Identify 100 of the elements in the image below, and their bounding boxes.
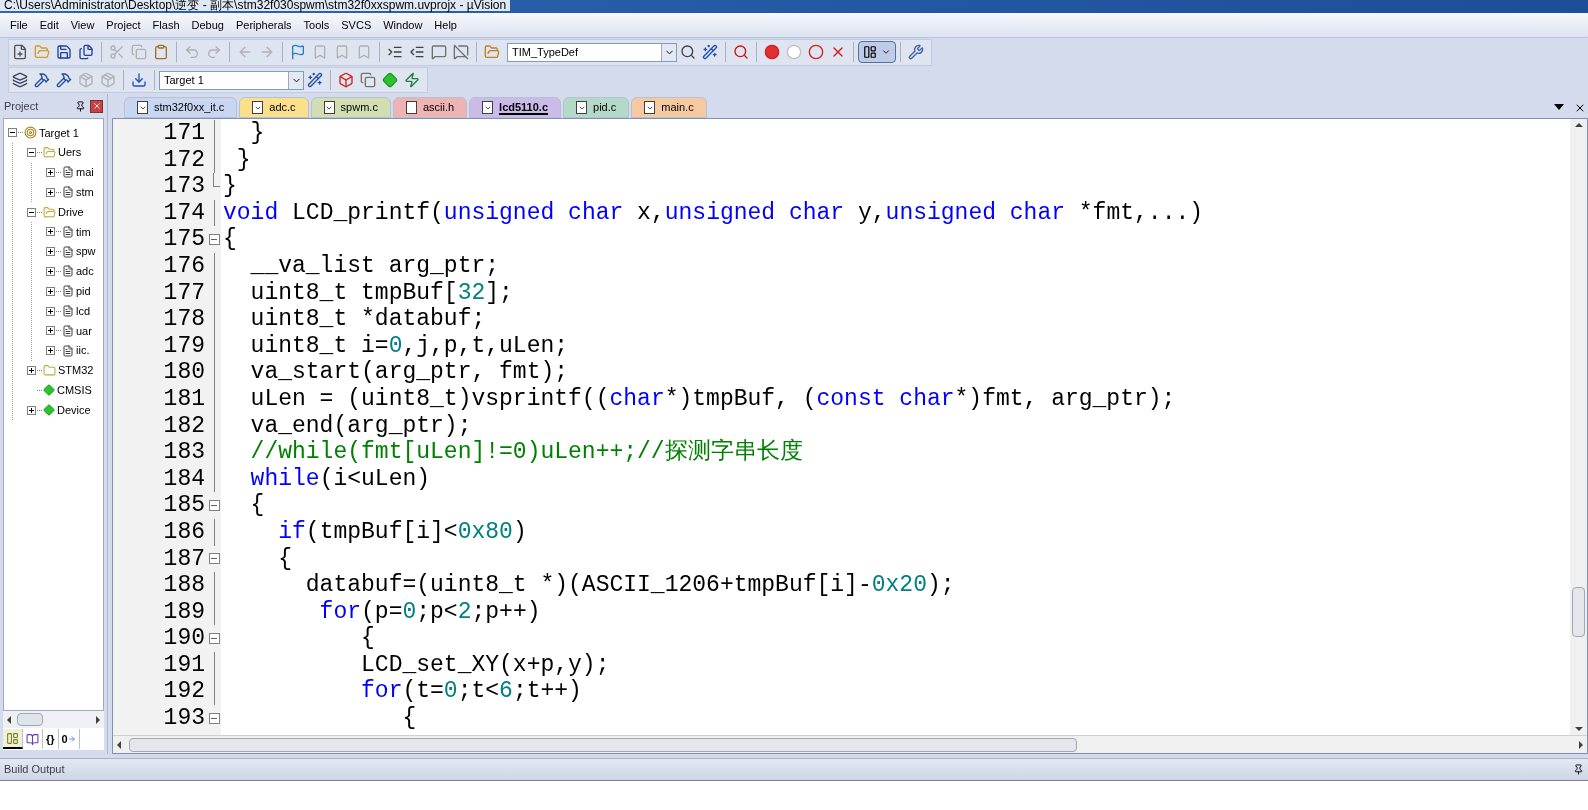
menu-item[interactable]: Window (377, 16, 429, 34)
menu-item[interactable]: Flash (146, 16, 186, 34)
expand-icon[interactable] (46, 326, 55, 336)
line-number: 171 (162, 120, 206, 147)
panel-tab[interactable]: {} (43, 729, 59, 749)
expand-icon[interactable] (27, 365, 36, 375)
expand-icon[interactable] (46, 346, 55, 356)
tree-item[interactable]: Drive (57, 203, 85, 221)
tree-item[interactable]: STM32 (57, 362, 95, 379)
expand-icon[interactable] (46, 247, 55, 257)
file-tab[interactable]: lcd5110.c (469, 97, 561, 118)
scroll-left-icon[interactable] (117, 740, 121, 749)
menu-item[interactable]: File (4, 16, 34, 34)
tree-item[interactable]: mai (75, 164, 95, 181)
tree-item[interactable]: stm (75, 184, 95, 201)
horizontal-scrollbar[interactable] (3, 711, 104, 728)
vertical-scrollbar[interactable] (1570, 119, 1587, 735)
expand-icon[interactable] (46, 286, 55, 296)
target-combobox[interactable]: Target 1 (159, 70, 304, 90)
scrollbar-thumb[interactable] (1572, 587, 1585, 637)
scrollbar-thumb[interactable] (129, 737, 1077, 752)
menu-item[interactable]: Edit (33, 16, 65, 34)
folder-icon (43, 363, 56, 377)
file-icon (62, 344, 74, 357)
fold-toggle-icon[interactable] (208, 553, 220, 565)
scroll-right-icon[interactable] (96, 715, 100, 724)
scroll-up-icon[interactable] (1574, 123, 1583, 127)
scroll-down-icon[interactable] (1574, 727, 1583, 731)
close-icon[interactable] (1574, 102, 1586, 114)
window-layout-button[interactable] (858, 41, 896, 63)
menu-item[interactable]: SVCS (335, 16, 378, 34)
file-tab[interactable]: pid.c (563, 97, 630, 118)
code-line: LCD_set_XY(x+p,y); (360, 651, 610, 679)
tab-list-icon[interactable] (1554, 104, 1564, 110)
menu-item[interactable]: Peripherals (229, 16, 298, 34)
file-icon (62, 285, 74, 298)
code-line: for(p=0;p<2;p++) (318, 598, 541, 626)
menu-item[interactable]: Debug (185, 16, 230, 34)
fold-toggle-icon[interactable] (208, 234, 220, 246)
expand-icon[interactable] (46, 187, 55, 197)
menu-item[interactable]: View (64, 16, 101, 34)
tree-item[interactable]: pid (75, 283, 92, 300)
code-line: } (235, 146, 251, 174)
code-line: uLen = (uint8_t)vsprintf((char*)tmpBuf, (const char*)fmt, arg_ptr); (249, 385, 1176, 413)
tree-item[interactable]: tim (75, 223, 92, 241)
line-number: 187 (162, 545, 206, 573)
file-tab[interactable]: spwm.c (310, 97, 391, 118)
code-line: __va_list arg_ptr; (249, 252, 500, 280)
line-number: 177 (162, 279, 206, 307)
panel-tab[interactable] (23, 729, 43, 749)
fold-toggle-icon[interactable] (208, 633, 220, 645)
expand-icon[interactable] (27, 405, 36, 415)
tree-item[interactable]: spw (75, 243, 97, 260)
tree-item[interactable]: lcd (75, 302, 92, 320)
horizontal-scrollbar[interactable] (113, 735, 1587, 753)
file-icon (62, 166, 74, 179)
code-line: //while(fmt[uLen]!=0)uLen++;//探测字串长度 (249, 439, 803, 466)
menu-item[interactable]: Project (100, 16, 147, 34)
pin-icon[interactable] (1573, 764, 1584, 775)
fold-toggle-icon[interactable] (208, 500, 220, 512)
file-icon (323, 101, 335, 114)
panel-tab[interactable] (3, 729, 23, 749)
pin-icon[interactable] (75, 100, 86, 112)
tree-item[interactable]: Target 1 (38, 124, 80, 142)
file-tab[interactable]: stm32f0xx_it.c (124, 97, 238, 118)
tree-item[interactable]: uar (75, 322, 93, 340)
scroll-left-icon[interactable] (7, 715, 11, 724)
collapse-icon[interactable] (27, 207, 36, 217)
expand-icon[interactable] (46, 306, 55, 316)
menu-item[interactable]: Help (428, 16, 463, 34)
tree-item[interactable]: Uers (57, 144, 83, 161)
close-icon[interactable] (90, 99, 103, 113)
code-line: { (222, 226, 237, 253)
caret-icon (881, 47, 891, 57)
file-icon (62, 186, 74, 199)
symbol-combobox[interactable]: TIM_TypeDef (507, 42, 677, 62)
tree-item[interactable]: CMSIS (56, 382, 93, 399)
line-number: 179 (162, 332, 206, 360)
code-line: for(t=0;t<6;t++) (360, 678, 582, 706)
scroll-right-icon[interactable] (1579, 740, 1583, 749)
panel-tab[interactable]: 0 (58, 729, 80, 749)
tree-item[interactable]: iic. (75, 342, 91, 359)
expand-icon[interactable] (46, 168, 55, 177)
code-line: { (277, 545, 292, 573)
file-tab[interactable]: main.c (631, 97, 707, 118)
collapse-icon[interactable] (27, 148, 36, 158)
fold-toggle-icon[interactable] (208, 712, 220, 724)
file-icon (62, 324, 74, 337)
tree-item[interactable]: Device (56, 401, 92, 419)
code-line: uint8_t *databuf; (249, 306, 486, 333)
collapse-icon[interactable] (8, 128, 17, 138)
tree-item[interactable]: adc (75, 263, 95, 280)
panel-title: Project (4, 98, 40, 114)
expand-icon[interactable] (46, 266, 55, 276)
scrollbar-thumb[interactable] (17, 713, 43, 726)
file-icon (62, 265, 74, 278)
file-tab[interactable]: ascii.h (392, 97, 468, 118)
menu-item[interactable]: Tools (297, 16, 336, 34)
expand-icon[interactable] (46, 227, 55, 237)
file-tab[interactable]: adc.c (239, 97, 309, 118)
